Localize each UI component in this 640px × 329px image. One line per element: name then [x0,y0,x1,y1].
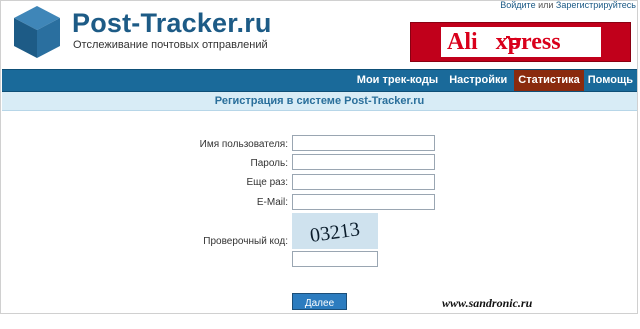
nav-item-settings[interactable]: Настройки [445,70,511,91]
shopping-cart-icon [506,36,521,49]
next-button[interactable]: Далее >> [292,293,347,326]
login-link[interactable]: Войдите [500,0,535,10]
username-input[interactable] [292,135,435,151]
password-repeat-label: Еще раз: [246,177,289,188]
ad-text-ali: Ali [447,29,478,55]
register-link[interactable]: Зарегистрируйтесь [556,0,636,10]
nav-item-statistics[interactable]: Статистика [514,70,584,91]
nav-item-my-track-codes[interactable]: Мои трек-коды [353,70,442,91]
nav-item-help[interactable]: Помощь [584,70,637,91]
logo-cube-icon[interactable] [12,4,62,60]
password-label: Пароль: [250,158,288,169]
captcha-text: 03213 [309,218,362,247]
main-nav: Мои трек-коды Настройки Статистика Помощ… [2,69,637,92]
aliexpress-ad-banner[interactable]: Ali xpress [410,22,631,62]
brand-subtitle: Отслеживание почтовых отправлений [73,39,268,51]
ad-logo-panel: Ali xpress [441,27,601,57]
email-input[interactable] [292,194,435,210]
brand-title[interactable]: Post-Tracker.ru [72,8,272,39]
captcha-label: Проверочный код: [203,236,288,247]
password-repeat-input[interactable] [292,174,435,190]
ad-logo-text: Ali xpress [447,29,561,56]
captcha-graphic: 03213 [309,218,362,247]
captcha-input[interactable] [292,251,378,267]
email-label: E-Mail: [256,197,288,208]
auth-links-separator: или [538,0,554,10]
watermark: www.sandronic.ru [442,296,533,310]
username-label: Имя пользователя: [199,139,288,150]
captcha-image: 03213 [292,213,378,249]
password-input[interactable] [292,154,435,170]
page-title: Регистрация в системе Post-Tracker.ru [2,92,637,111]
auth-links: Войдите или Зарегистрируйтесь [500,0,636,10]
